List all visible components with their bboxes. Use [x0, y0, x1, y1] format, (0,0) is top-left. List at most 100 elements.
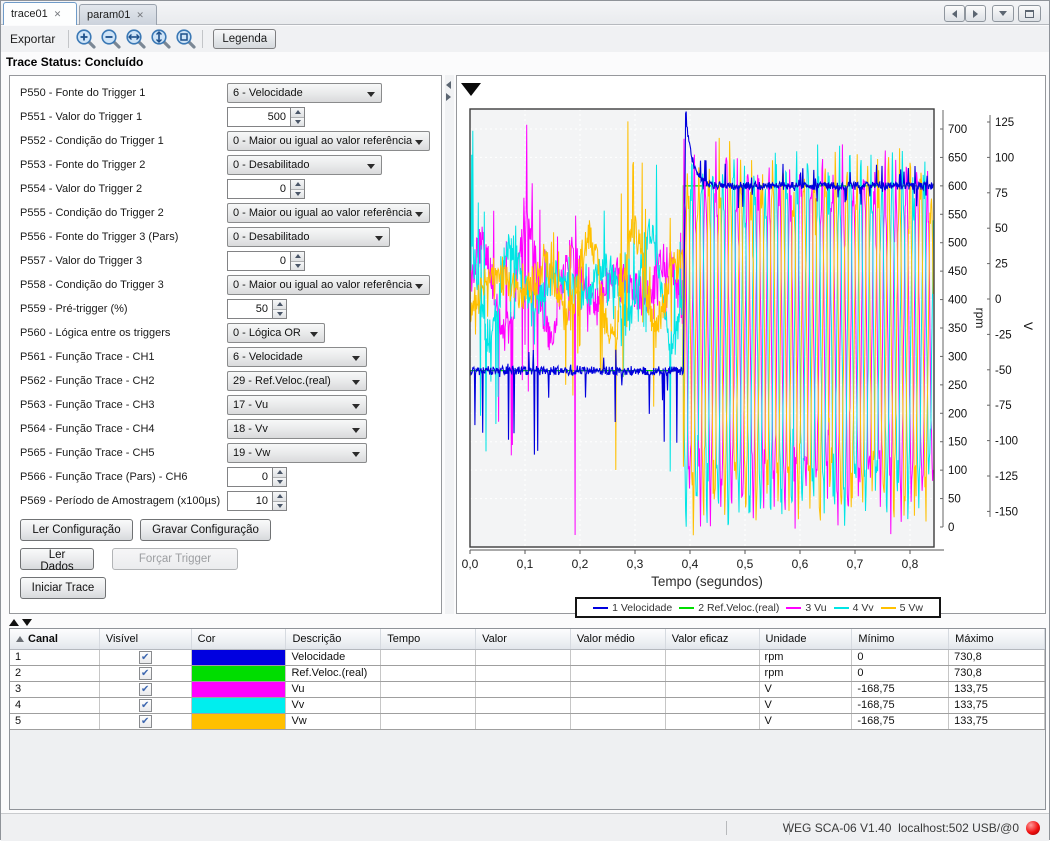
zoom-horizontal-icon[interactable]: [124, 28, 147, 51]
param-label: P552 - Condição do Trigger 1: [20, 135, 164, 147]
tab-close-icon[interactable]: ✕: [136, 11, 144, 20]
table-row-channel-3[interactable]: 3✔VuV-168,75133,75: [10, 682, 1045, 698]
spin-up-button[interactable]: [291, 108, 304, 117]
column-header-cor[interactable]: Cor: [192, 629, 287, 649]
spinbox-value[interactable]: 0: [227, 251, 290, 271]
param-row-p561: P561 - Função Trace - CH16 - Velocidade: [20, 346, 433, 368]
chevron-down-icon: [415, 284, 423, 289]
column-header-valor_eficaz[interactable]: Valor eficaz: [666, 629, 760, 649]
column-header-maximo[interactable]: Máximo: [949, 629, 1045, 649]
connection-status-text: WEG SCA-06 V1.40 localhost:502 USB/@0: [783, 821, 1019, 835]
ler-dados-button[interactable]: Ler Dados: [20, 548, 94, 570]
visible-checkbox[interactable]: ✔: [139, 715, 152, 728]
column-header-descricao[interactable]: Descrição: [286, 629, 381, 649]
collapse-up-icon[interactable]: [9, 619, 19, 626]
column-header-valor[interactable]: Valor: [476, 629, 571, 649]
column-header-tempo[interactable]: Tempo: [381, 629, 476, 649]
param-select-p560[interactable]: 0 - Lógica OR: [227, 323, 325, 343]
table-header-row: CanalVisívelCorDescriçãoTempoValorValor …: [10, 629, 1045, 650]
param-select-p564[interactable]: 18 - Vv: [227, 419, 367, 439]
spin-up-button[interactable]: [291, 180, 304, 189]
column-header-canal[interactable]: Canal: [10, 629, 100, 649]
maximize-button[interactable]: [1018, 5, 1041, 22]
visible-checkbox[interactable]: ✔: [139, 683, 152, 696]
gravar-configuracao-button[interactable]: Gravar Configuração: [140, 519, 271, 541]
color-swatch[interactable]: [192, 714, 286, 729]
exportar-menu[interactable]: Exportar: [1, 32, 64, 46]
tab-close-icon[interactable]: ✕: [54, 10, 62, 19]
iniciar-trace-button[interactable]: Iniciar Trace: [20, 577, 106, 599]
color-swatch[interactable]: [192, 650, 286, 665]
spin-up-button[interactable]: [291, 252, 304, 261]
spin-down-button[interactable]: [291, 117, 304, 127]
cell-unidade: rpm: [760, 650, 853, 665]
param-select-p562[interactable]: 29 - Ref.Veloc.(real): [227, 371, 367, 391]
visible-checkbox[interactable]: ✔: [139, 667, 152, 680]
legenda-button[interactable]: Legenda: [213, 29, 276, 49]
next-tab-button[interactable]: [965, 5, 986, 22]
spinbox-value[interactable]: 500: [227, 107, 290, 127]
legend-line-icon: [834, 607, 849, 609]
column-header-valor_medio[interactable]: Valor médio: [571, 629, 666, 649]
color-swatch[interactable]: [192, 682, 286, 697]
collapse-down-icon[interactable]: [22, 619, 32, 626]
arrow-up-icon: [277, 494, 283, 498]
tab-param01[interactable]: param01 ✕: [79, 4, 157, 25]
trigger-marker-icon[interactable]: [461, 83, 481, 96]
svg-text:0: 0: [948, 522, 954, 534]
spinbox-value[interactable]: 0: [227, 467, 272, 487]
column-header-minimo[interactable]: Mínimo: [852, 629, 949, 649]
param-select-p552[interactable]: 0 - Maior ou igual ao valor referência: [227, 131, 430, 151]
visible-checkbox[interactable]: ✔: [139, 651, 152, 664]
column-header-unidade[interactable]: Unidade: [760, 629, 853, 649]
spin-up-button[interactable]: [273, 492, 286, 501]
table-row-channel-4[interactable]: 4✔VvV-168,75133,75: [10, 698, 1045, 714]
cell-canal: 5: [10, 714, 100, 729]
table-row-channel-2[interactable]: 2✔Ref.Veloc.(real)rpm0730,8: [10, 666, 1045, 682]
column-header-visivel[interactable]: Visível: [100, 629, 192, 649]
param-select-p553[interactable]: 0 - Desabilitado: [227, 155, 382, 175]
spin-down-button[interactable]: [291, 189, 304, 199]
previous-tab-button[interactable]: [944, 5, 965, 22]
arrow-up-icon: [277, 470, 283, 474]
collapse-right-icon[interactable]: [446, 93, 451, 101]
spin-down-button[interactable]: [291, 261, 304, 271]
spin-down-button[interactable]: [273, 501, 286, 511]
svg-text:0,6: 0,6: [792, 557, 809, 571]
visible-checkbox[interactable]: ✔: [139, 699, 152, 712]
spin-up-button[interactable]: [273, 468, 286, 477]
color-swatch[interactable]: [192, 666, 286, 681]
table-row-channel-5[interactable]: 5✔VwV-168,75133,75: [10, 714, 1045, 730]
param-select-p565[interactable]: 19 - Vw: [227, 443, 367, 463]
color-swatch[interactable]: [192, 698, 286, 713]
param-select-p563[interactable]: 17 - Vu: [227, 395, 367, 415]
zoom-in-icon[interactable]: [74, 28, 97, 51]
tab-list-button[interactable]: [992, 5, 1014, 22]
param-select-p561[interactable]: 6 - Velocidade: [227, 347, 367, 367]
spinbox-value[interactable]: 50: [227, 299, 272, 319]
param-select-p558[interactable]: 0 - Maior ou igual ao valor referência: [227, 275, 430, 295]
ler-configuracao-button[interactable]: Ler Configuração: [20, 519, 133, 541]
param-row-p562: P562 - Função Trace - CH229 - Ref.Veloc.…: [20, 370, 433, 392]
zoom-fit-icon[interactable]: [174, 28, 197, 51]
param-select-p555[interactable]: 0 - Maior ou igual ao valor referência: [227, 203, 430, 223]
param-row-p550: P550 - Fonte do Trigger 16 - Velocidade: [20, 82, 433, 104]
collapse-left-icon[interactable]: [446, 81, 451, 89]
param-select-p556[interactable]: 0 - Desabilitado: [227, 227, 390, 247]
table-row-channel-1[interactable]: 1✔Velocidaderpm0730,8: [10, 650, 1045, 666]
spin-down-button[interactable]: [273, 309, 286, 319]
spinbox-value[interactable]: 10: [227, 491, 272, 511]
vertical-splitter[interactable]: [445, 75, 454, 614]
zoom-vertical-icon[interactable]: [149, 28, 172, 51]
spin-up-button[interactable]: [273, 300, 286, 309]
param-select-p550[interactable]: 6 - Velocidade: [227, 83, 382, 103]
spinbox-value[interactable]: 0: [227, 179, 290, 199]
tab-trace01[interactable]: trace01 ✕: [3, 2, 77, 25]
svg-text:650: 650: [948, 152, 967, 164]
zoom-out-icon[interactable]: [99, 28, 122, 51]
spin-down-button[interactable]: [273, 477, 286, 487]
trace-chart[interactable]: 0,00,10,20,30,40,50,60,70,8Tempo (segund…: [457, 76, 1045, 613]
svg-text:100: 100: [948, 465, 967, 477]
chevron-down-icon: [999, 11, 1007, 16]
horizontal-splitter[interactable]: [1, 618, 1049, 627]
